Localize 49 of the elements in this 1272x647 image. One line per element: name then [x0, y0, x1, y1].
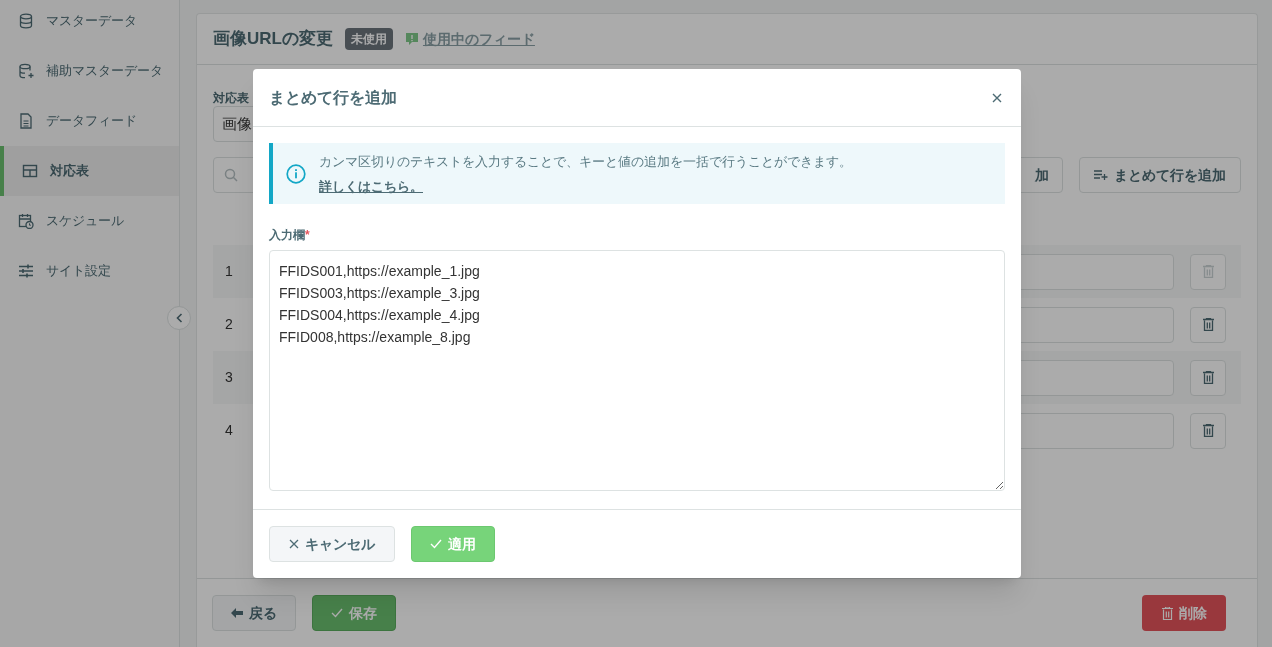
sidebar-item[interactable]: データフィード	[0, 96, 179, 146]
trash-icon	[1202, 265, 1214, 278]
field-label: 入力欄	[269, 227, 305, 244]
page-title: 画像URLの変更	[213, 28, 333, 51]
close-icon	[289, 539, 299, 549]
search-icon	[224, 168, 238, 182]
arrow-left-icon	[231, 608, 243, 618]
collapse-button[interactable]	[167, 306, 191, 330]
delete-row-button[interactable]	[1190, 359, 1226, 396]
required-mark: *	[305, 227, 310, 244]
check-icon	[331, 608, 343, 618]
trash-icon	[1202, 424, 1214, 437]
row-number: 4	[225, 421, 234, 440]
database-plus-icon	[18, 63, 34, 79]
status-badge: 未使用	[344, 28, 393, 50]
trash-icon	[1202, 318, 1214, 331]
dialog-title: まとめて行を追加	[269, 87, 397, 108]
back-button[interactable]: 戻る	[212, 595, 296, 631]
field-label: 対応表	[213, 91, 249, 105]
bulk-add-button[interactable]: まとめて行を追加	[1079, 157, 1241, 193]
delete-row-button[interactable]	[1190, 412, 1226, 449]
row-number: 1	[225, 262, 234, 281]
sidebar-item[interactable]: 補助マスターデータ	[0, 46, 179, 96]
document-icon	[18, 113, 34, 129]
check-icon	[430, 539, 442, 549]
trash-icon	[1202, 371, 1214, 384]
comment-alert-icon	[404, 32, 419, 46]
delete-row-button[interactable]	[1190, 306, 1226, 343]
input-field[interactable]: FFIDS001,https://example_1.jpg FFIDS003,https://example_3.jpg FFIDS004,https://example_4.jpg FFID008,https://example_8.jpg	[269, 250, 1005, 491]
row-number: 3	[225, 368, 234, 387]
table-icon	[22, 163, 38, 179]
close-icon	[992, 92, 1002, 103]
info-icon	[286, 163, 306, 184]
chevron-left-icon	[175, 313, 183, 323]
details-link[interactable]: 詳しくはこちら。	[319, 177, 423, 197]
sidebar-item[interactable]: サイト設定	[0, 246, 179, 296]
calendar-clock-icon	[18, 213, 34, 229]
list-plus-icon	[1094, 170, 1108, 180]
cancel-button[interactable]: キャンセル	[269, 526, 395, 562]
feed-link[interactable]: 使用中のフィード	[422, 28, 535, 50]
sidebar-item[interactable]: スケジュール	[0, 196, 179, 246]
trash-icon	[1161, 606, 1173, 620]
row-number: 2	[225, 315, 234, 334]
info-text: カンマ区切りのテキストを入力することで、キーと値の追加を一括で行うことができます。	[319, 152, 852, 171]
delete-button[interactable]: 削除	[1142, 595, 1226, 631]
database-icon	[18, 13, 34, 29]
sidebar-item[interactable]: マスターデータ	[0, 0, 179, 46]
sliders-icon	[18, 263, 34, 279]
sidebar-item[interactable]: 対応表	[0, 146, 179, 196]
